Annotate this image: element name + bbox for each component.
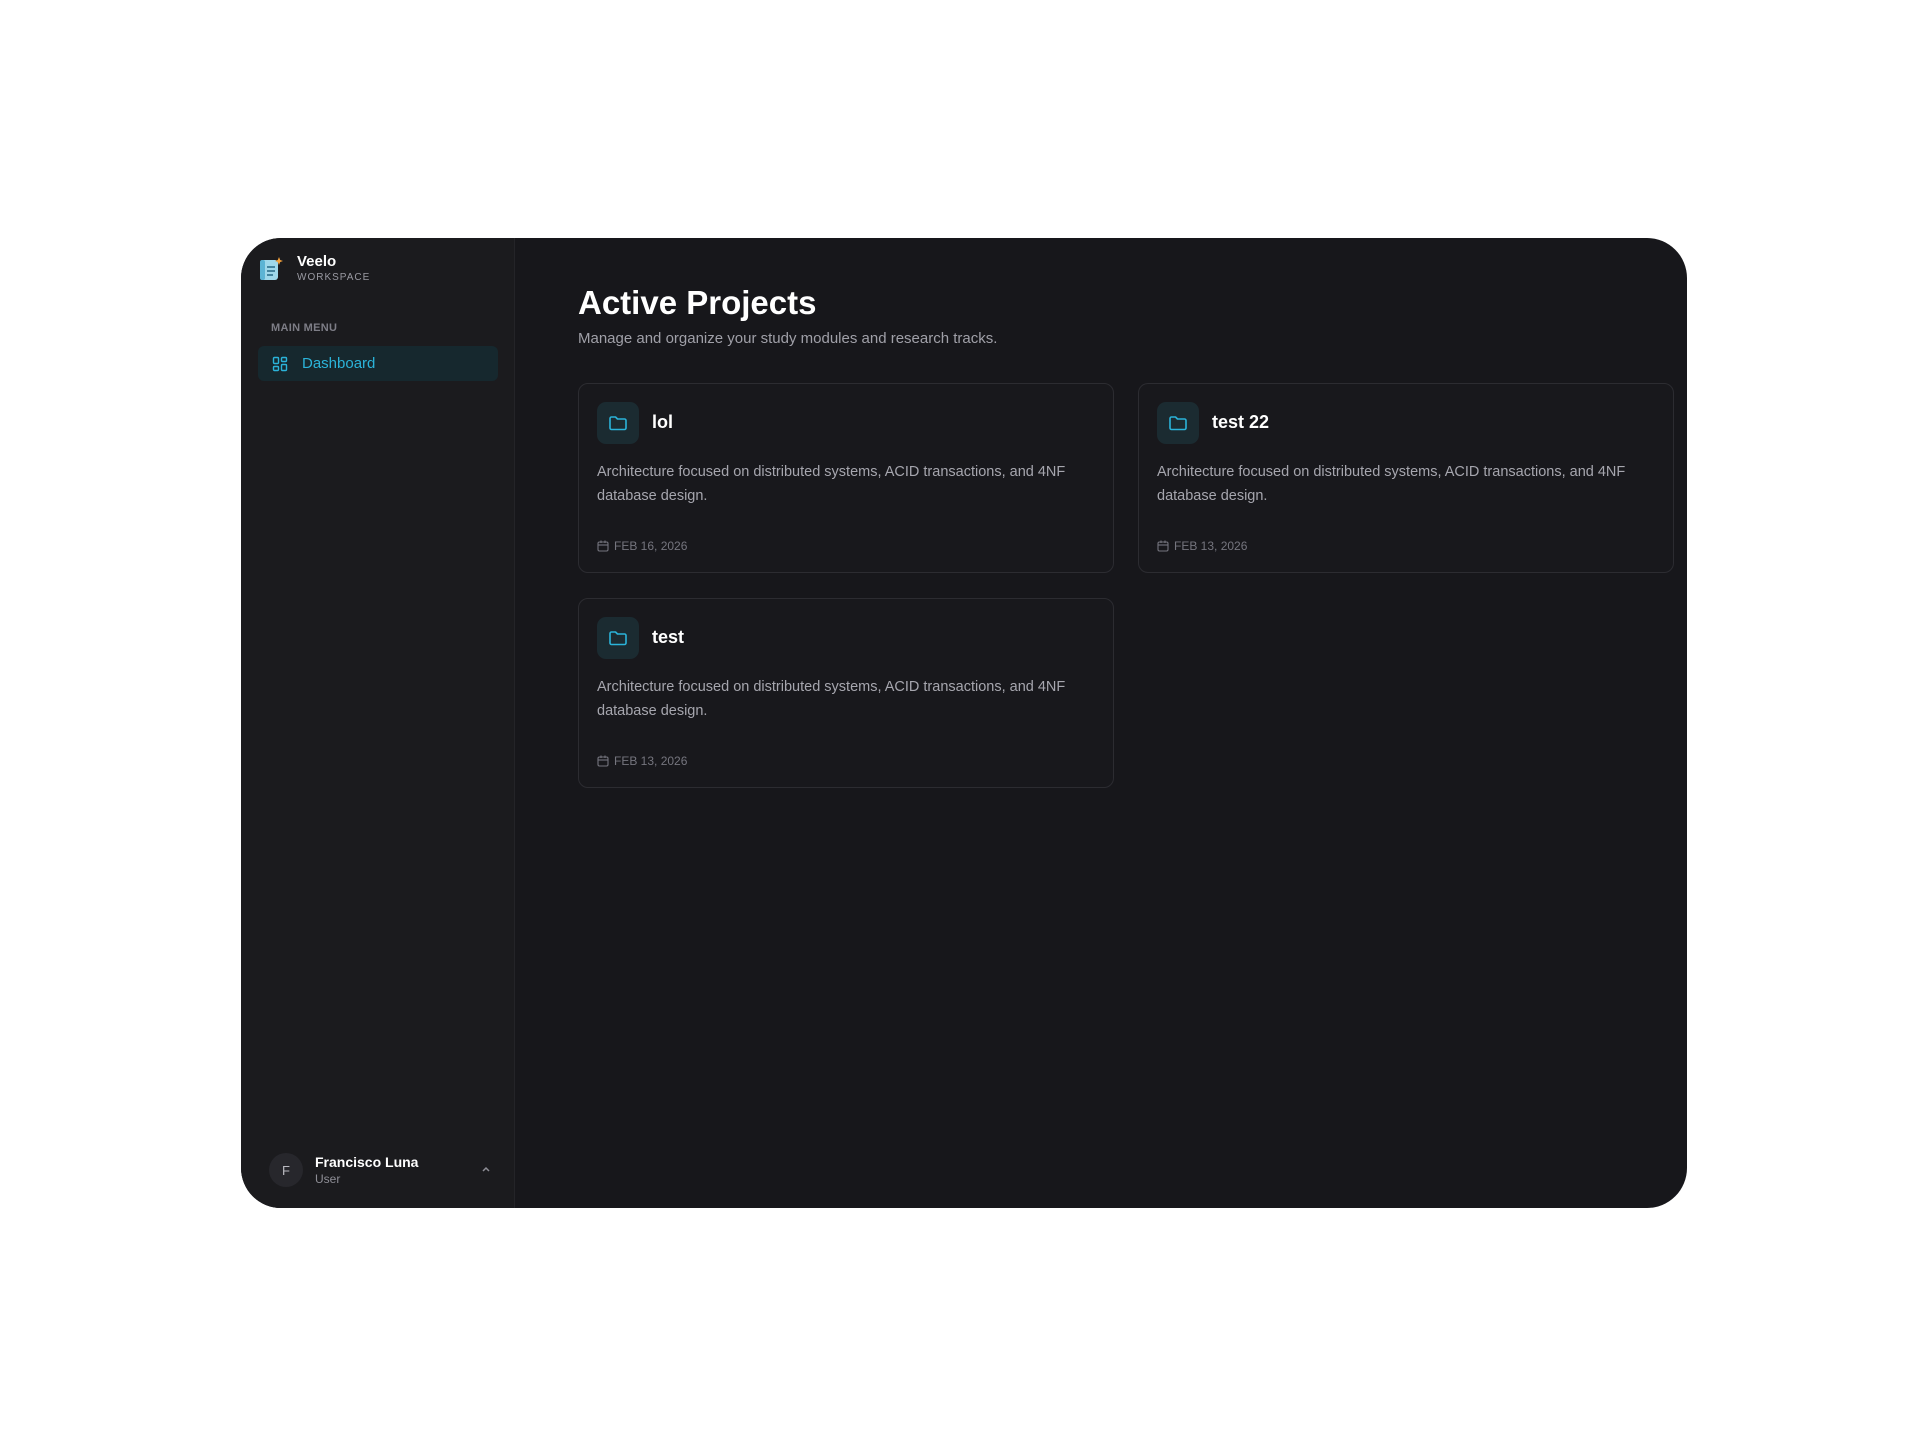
- menu-heading: MAIN MENU: [271, 322, 338, 334]
- brand-subtitle: WORKSPACE: [297, 272, 371, 283]
- project-date-text: FEB 13, 2026: [614, 754, 688, 768]
- project-description: Architecture focused on distributed syst…: [597, 679, 1066, 719]
- dashboard-grid-icon: [272, 356, 288, 371]
- sidebar-item-label: Dashboard: [302, 355, 376, 372]
- app-window: Veelo WORKSPACE MAIN MENU Dashboard F Fr…: [241, 238, 1687, 1208]
- project-title: test: [652, 627, 685, 647]
- user-info: Francisco Luna User: [315, 1153, 418, 1187]
- calendar-icon: [1157, 540, 1169, 552]
- page-subtitle: Manage and organize your study modules a…: [578, 330, 998, 347]
- project-date-text: FEB 16, 2026: [614, 539, 688, 553]
- project-icon-box: [597, 617, 639, 659]
- chevron-up-icon[interactable]: [479, 1162, 493, 1176]
- sidebar-item-dashboard[interactable]: Dashboard: [258, 346, 498, 381]
- project-date-text: FEB 13, 2026: [1174, 539, 1248, 553]
- user-menu[interactable]: F Francisco Luna User: [269, 1150, 493, 1190]
- project-title: test 22: [1212, 412, 1270, 432]
- project-icon-box: [597, 402, 639, 444]
- avatar: F: [269, 1153, 303, 1187]
- user-role: User: [315, 1172, 341, 1186]
- brand[interactable]: Veelo WORKSPACE: [258, 253, 370, 285]
- project-description: Architecture focused on distributed syst…: [1157, 464, 1626, 504]
- project-card[interactable]: test Architecture focused on distributed…: [578, 598, 1114, 788]
- project-date: FEB 13, 2026: [597, 754, 687, 768]
- folder-icon: [1169, 416, 1187, 431]
- page-title: Active Projects: [578, 284, 817, 321]
- project-card[interactable]: test 22 Architecture focused on distribu…: [1138, 383, 1674, 573]
- project-card[interactable]: lol Architecture focused on distributed …: [578, 383, 1114, 573]
- project-icon-box: [1157, 402, 1199, 444]
- project-description: Architecture focused on distributed syst…: [597, 464, 1066, 504]
- user-name: Francisco Luna: [315, 1154, 419, 1170]
- sidebar: Veelo WORKSPACE MAIN MENU Dashboard F Fr…: [241, 238, 515, 1208]
- folder-icon: [609, 416, 627, 431]
- calendar-icon: [597, 540, 609, 552]
- notebook-sparkle-logo-icon: [260, 257, 283, 280]
- project-date: FEB 16, 2026: [597, 539, 687, 553]
- project-title: lol: [652, 412, 673, 432]
- folder-icon: [609, 631, 627, 646]
- brand-name: Veelo: [297, 253, 337, 270]
- main-content: Active Projects Manage and organize your…: [515, 238, 1687, 1208]
- project-date: FEB 13, 2026: [1157, 539, 1247, 553]
- calendar-icon: [597, 755, 609, 767]
- brand-text: Veelo WORKSPACE: [297, 253, 370, 285]
